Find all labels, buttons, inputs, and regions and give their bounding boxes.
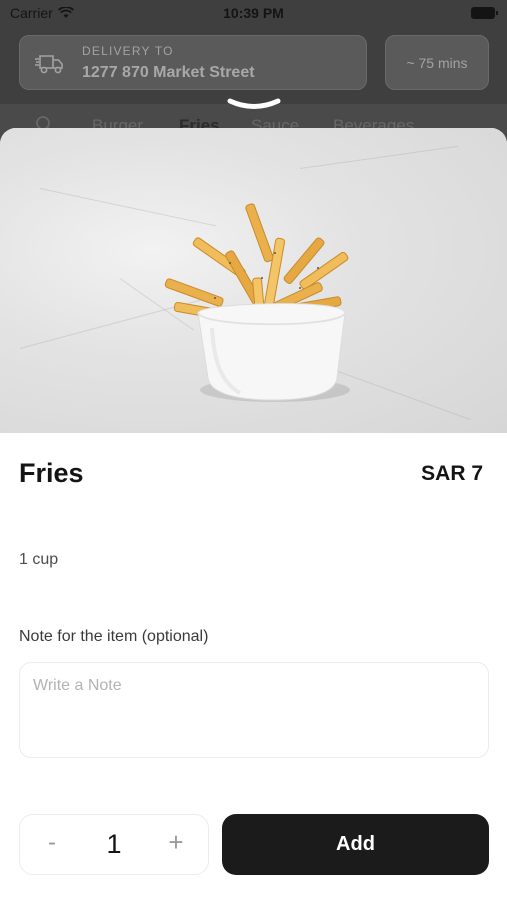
delivery-address-card[interactable]: DELIVERY TO 1277 870 Market Street: [19, 35, 367, 90]
truck-icon: [35, 55, 63, 74]
status-bar: Carrier 10:39 PM: [0, 0, 507, 28]
battery-icon: [471, 7, 498, 19]
quantity-stepper: - 1 +: [19, 814, 209, 875]
increment-button[interactable]: +: [164, 827, 188, 857]
chevron-down-icon[interactable]: [224, 96, 284, 116]
item-name: Fries: [19, 458, 84, 488]
delivery-address: 1277 870 Market Street: [82, 64, 255, 81]
fries-photo-icon: [164, 203, 350, 402]
item-detail-sheet: Fries SAR 7 1 cup Note for the item (opt…: [0, 128, 507, 900]
item-price: SAR 7: [421, 462, 483, 485]
item-image: [0, 128, 507, 433]
status-time: 10:39 PM: [223, 5, 284, 21]
eta-card[interactable]: ~ 75 mins: [385, 35, 489, 90]
app-screen: Carrier 10:39 PM DELIVERY TO 1277 870 Ma…: [0, 0, 507, 900]
note-input[interactable]: [19, 662, 489, 758]
delivery-label: DELIVERY TO: [82, 44, 174, 58]
eta-label: ~ 75 mins: [406, 54, 468, 71]
item-description: 1 cup: [19, 551, 59, 568]
add-to-cart-button[interactable]: Add: [222, 814, 489, 875]
note-label: Note for the item (optional): [19, 628, 209, 645]
